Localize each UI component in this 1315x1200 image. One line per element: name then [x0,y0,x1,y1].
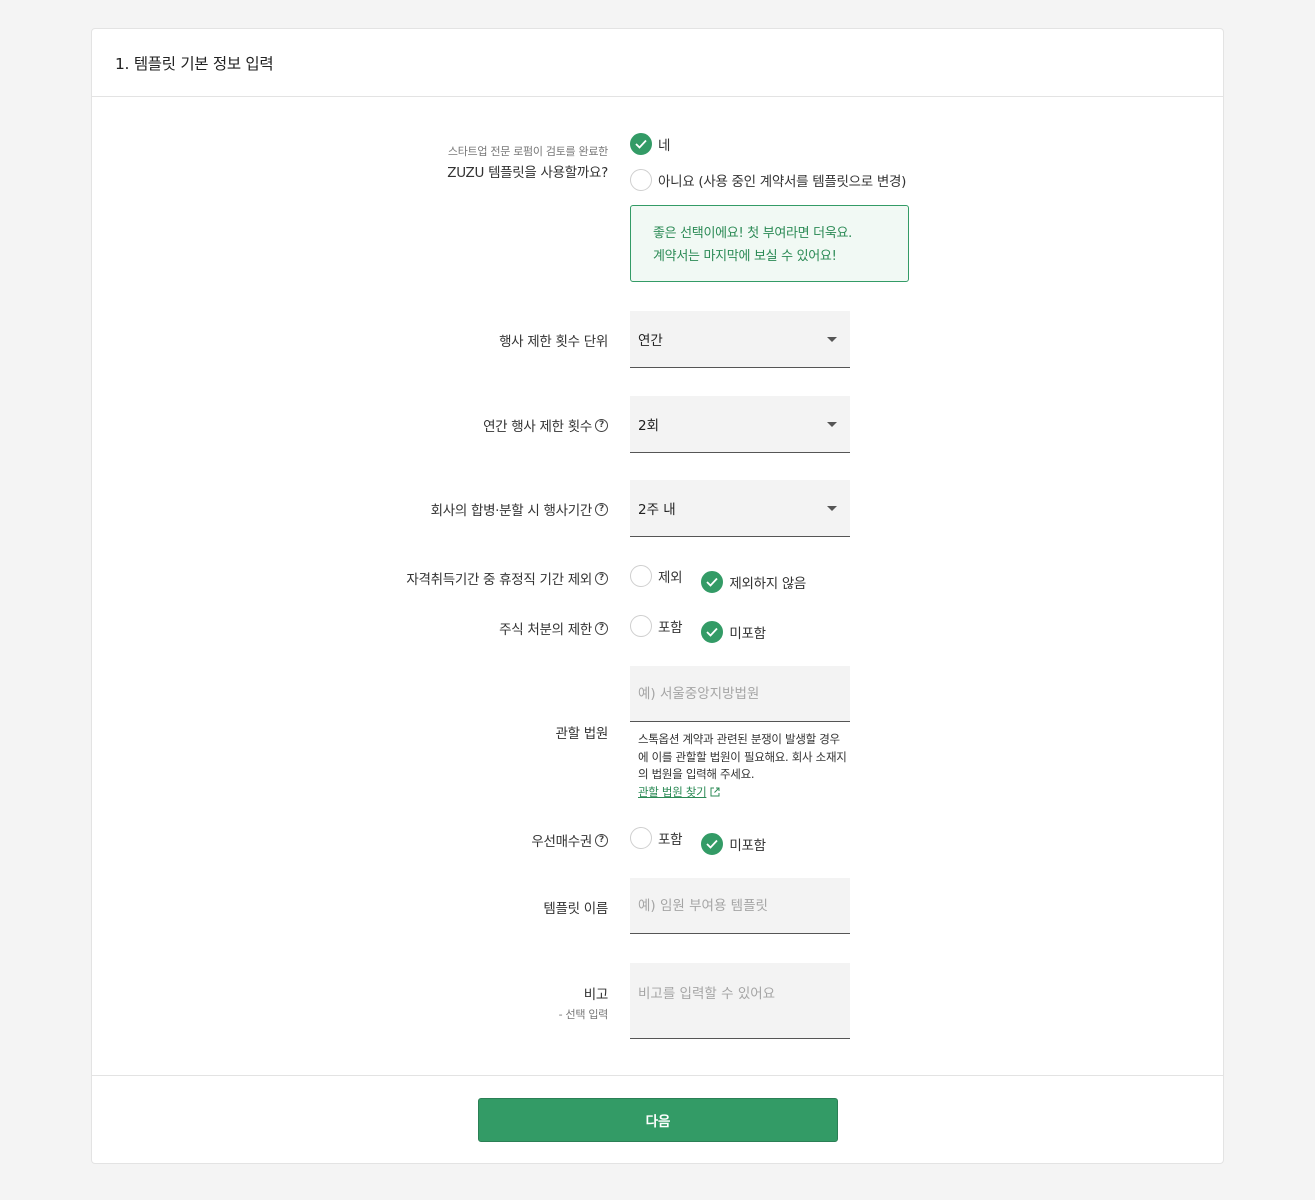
radio-include-label: 포함 [658,620,683,636]
template-info-card: 1. 템플릿 기본 정보 입력 스타트업 전문 로펌이 검토를 완료한 ZUZU… [91,28,1224,1164]
radio-preemption-include-label: 포함 [658,832,683,848]
remarks-label-text: 비고 [583,987,609,1003]
help-circle-icon[interactable]: ? [595,418,608,432]
help-circle-icon[interactable]: ? [595,571,608,585]
template-name-row: 템플릿 이름 [92,878,1223,934]
radio-preemption-not-include[interactable]: 미포함 [701,833,766,855]
exercise-unit-select[interactable]: 연간 [630,311,850,368]
template-use-question: ZUZU 템플릿을 사용할까요? [447,165,608,181]
leave-exclusion-label: 자격취득기간 중 휴정직 기간 제외 ? [406,568,608,588]
template-name-label: 템플릿 이름 [543,901,608,917]
radio-no[interactable]: 아니요 (사용 중인 계약서를 템플릿으로 변경) [630,169,906,191]
template-use-notice: 좋은 선택이에요! 첫 부여라면 더욱요. 계약서는 마지막에 보실 수 있어요… [630,205,909,282]
find-court-link[interactable]: 관할 법원 찾기 [638,784,720,802]
remarks-sublabel: - 선택 입력 [558,1008,609,1021]
notice-line-1: 좋은 선택이에요! 첫 부여라면 더욱요. [653,226,852,241]
template-use-row: 스타트업 전문 로펌이 검토를 완료한 ZUZU 템플릿을 사용할까요? 네 아… [92,133,1223,293]
find-court-link-text: 관할 법원 찾기 [638,784,707,799]
radio-yes-label: 네 [658,138,671,154]
check-icon [630,133,652,155]
leave-exclusion-row: 자격취득기간 중 휴정직 기간 제외 ? 제외 제외하지 않음 [92,565,1223,593]
exercise-count-select[interactable]: 2회 [630,396,850,453]
template-name-input[interactable] [630,878,850,934]
court-label: 관할 법원 [555,726,609,742]
template-use-options: 네 아니요 (사용 중인 계약서를 템플릿으로 변경) 좋은 선택이에요! 첫 … [630,133,920,282]
merger-period-label-text: 회사의 합병·분할 시 행사기간 [430,503,593,519]
stock-disposal-row: 주식 처분의 제한 ? 포함 미포함 [92,615,1223,643]
merger-period-select[interactable]: 2주 내 [630,480,850,537]
notice-line-2: 계약서는 마지막에 보실 수 있어요! [653,249,837,264]
stock-disposal-label-text: 주식 처분의 제한 [499,622,592,638]
help-circle-icon[interactable]: ? [595,621,608,635]
radio-circle-icon [630,565,652,587]
radio-not-include-label: 미포함 [729,626,766,642]
remarks-label: 비고 - 선택 입력 [558,983,609,1022]
help-circle-icon[interactable]: ? [595,833,608,847]
check-icon [701,571,724,593]
radio-exclude[interactable]: 제외 [630,565,683,587]
card-footer: 다음 [92,1075,1223,1164]
radio-preemption-include[interactable]: 포함 [630,827,683,849]
radio-circle-icon [630,827,652,849]
preemption-label-text: 우선매수권 [531,834,592,850]
exercise-count-label-text: 연간 행사 제한 횟수 [483,419,592,435]
card-header: 1. 템플릿 기본 정보 입력 [92,29,1223,97]
court-helper-text: 스톡옵션 계약과 관련된 분쟁이 발생할 경우에 이를 관할할 법원이 필요해요… [638,732,847,781]
radio-not-exclude[interactable]: 제외하지 않음 [701,571,806,593]
radio-include[interactable]: 포함 [630,615,683,637]
caret-down-icon [827,337,837,342]
next-button[interactable]: 다음 [478,1098,838,1142]
check-icon [701,621,724,643]
remarks-textarea[interactable] [630,963,850,1039]
remarks-row: 비고 - 선택 입력 [92,963,1223,1039]
exercise-count-value: 2회 [638,418,660,434]
preemption-label: 우선매수권 ? [531,830,608,850]
radio-not-include[interactable]: 미포함 [701,621,766,643]
court-helper: 스톡옵션 계약과 관련된 분쟁이 발생할 경우에 이를 관할할 법원이 필요해요… [630,731,850,801]
merger-period-row: 회사의 합병·분할 시 행사기간 ? 2주 내 [92,480,1223,537]
exercise-count-label: 연간 행사 제한 횟수 ? [483,415,608,435]
radio-exclude-label: 제외 [658,570,683,586]
court-input[interactable] [630,666,850,722]
exercise-unit-row: 행사 제한 횟수 단위 연간 [92,311,1223,368]
caret-down-icon [827,506,837,511]
radio-circle-icon [630,615,652,637]
template-use-label: 스타트업 전문 로펌이 검토를 완료한 ZUZU 템플릿을 사용할까요? [447,143,608,181]
caret-down-icon [827,422,837,427]
merger-period-label: 회사의 합병·분할 시 행사기간 ? [431,499,608,519]
radio-preemption-not-include-label: 미포함 [729,838,766,854]
template-use-sublabel: 스타트업 전문 로펌이 검토를 완료한 [447,145,608,158]
radio-not-exclude-label: 제외하지 않음 [729,576,807,592]
exercise-unit-label: 행사 제한 횟수 단위 [499,334,608,350]
help-circle-icon[interactable]: ? [595,502,608,516]
preemption-row: 우선매수권 ? 포함 미포함 [92,827,1223,855]
court-row: 관할 법원 스톡옵션 계약과 관련된 분쟁이 발생할 경우에 이를 관할할 법원… [92,666,1223,801]
leave-exclusion-label-text: 자격취득기간 중 휴정직 기간 제외 [406,572,592,588]
radio-no-label: 아니요 (사용 중인 계약서를 템플릿으로 변경) [658,174,907,190]
external-link-icon [710,787,720,797]
radio-circle-icon [630,169,652,191]
check-icon [701,833,724,855]
stock-disposal-label: 주식 처분의 제한 ? [499,618,608,638]
section-title: 1. 템플릿 기본 정보 입력 [115,54,274,73]
exercise-count-row: 연간 행사 제한 횟수 ? 2회 [92,396,1223,453]
exercise-unit-value: 연간 [638,333,663,349]
merger-period-value: 2주 내 [638,502,676,518]
radio-yes[interactable]: 네 [630,133,906,155]
